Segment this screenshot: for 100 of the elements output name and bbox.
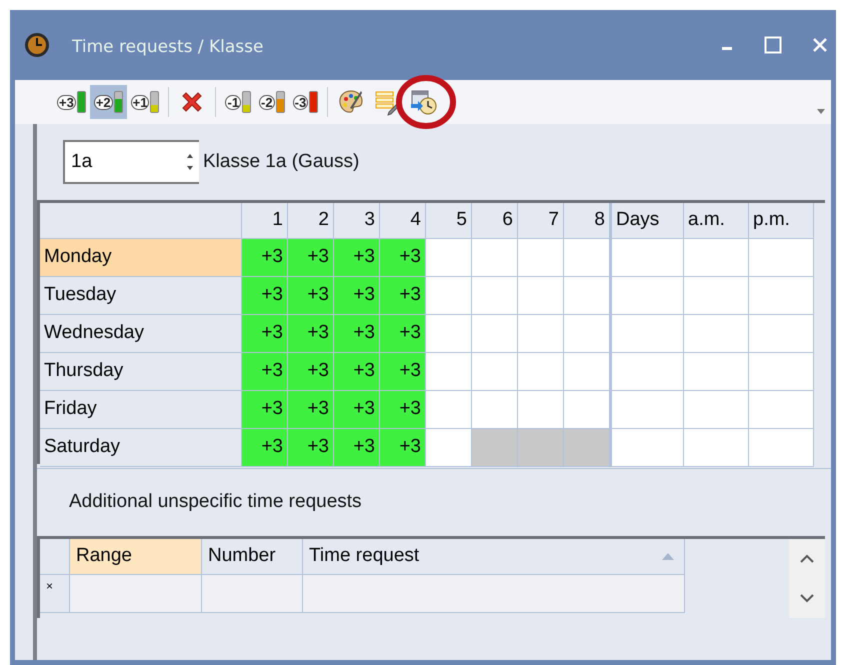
table-cell[interactable]	[70, 575, 202, 613]
grid-cell[interactable]	[684, 353, 749, 391]
grid-cell[interactable]	[610, 315, 684, 353]
grid-cell[interactable]	[749, 429, 814, 467]
day-row-header[interactable]: Wednesday	[40, 315, 242, 353]
table-cell[interactable]	[303, 575, 685, 613]
grid-cell[interactable]	[426, 391, 472, 429]
grid-cell[interactable]	[610, 353, 684, 391]
maximize-icon[interactable]	[764, 36, 782, 54]
level-label: +1	[130, 94, 150, 110]
level-label: +2	[94, 94, 113, 110]
day-row-header[interactable]: Monday	[40, 239, 242, 277]
level-button[interactable]: -3	[288, 85, 322, 119]
class-spin-field[interactable]: 1a	[63, 140, 199, 184]
grid-cell[interactable]	[518, 429, 564, 467]
level-button[interactable]: +1	[126, 85, 164, 119]
grid-cell[interactable]	[564, 353, 610, 391]
grid-cell[interactable]	[749, 239, 814, 277]
grid-cell[interactable]	[564, 429, 610, 467]
grid-cell[interactable]: +3	[288, 239, 334, 277]
grid-cell[interactable]: +3	[334, 315, 380, 353]
grid-cell[interactable]	[518, 239, 564, 277]
day-row-header[interactable]: Saturday	[40, 429, 242, 467]
clock-icon	[24, 32, 50, 58]
grid-cell[interactable]	[518, 315, 564, 353]
level-label: +3	[57, 94, 76, 110]
grid-cell[interactable]	[518, 391, 564, 429]
grid-cell[interactable]: +3	[288, 315, 334, 353]
scroll-up-icon[interactable]	[800, 554, 814, 564]
grid-cell[interactable]	[426, 315, 472, 353]
grid-cell[interactable]	[610, 429, 684, 467]
grid-cell[interactable]	[684, 391, 749, 429]
level-button[interactable]: +3	[53, 85, 90, 119]
table-cell[interactable]	[202, 575, 303, 613]
grid-cell[interactable]: +3	[242, 429, 288, 467]
grid-cell[interactable]	[749, 315, 814, 353]
grid-cell[interactable]	[564, 277, 610, 315]
grid-cell[interactable]: +3	[334, 277, 380, 315]
grid-cell[interactable]: +3	[334, 353, 380, 391]
grid-cell[interactable]	[684, 239, 749, 277]
grid-cell[interactable]: +3	[380, 353, 426, 391]
section-heading: Additional unspecific time requests	[69, 490, 362, 514]
level-button[interactable]: +2	[90, 85, 127, 119]
class-description: Klasse 1a (Gauss)	[203, 150, 360, 174]
column-header[interactable]: Range	[70, 539, 202, 575]
grid-cell[interactable]: +3	[288, 391, 334, 429]
grid-cell[interactable]: +3	[380, 315, 426, 353]
level-label: -1	[225, 94, 242, 110]
close-icon[interactable]	[812, 37, 828, 53]
grid-cell[interactable]: +3	[242, 239, 288, 277]
grid-cell[interactable]	[426, 429, 472, 467]
window-title: Time requests / Klasse	[72, 36, 264, 60]
grid-cell[interactable]: +3	[334, 391, 380, 429]
grid-cell[interactable]	[749, 353, 814, 391]
grid-cell[interactable]: +3	[242, 315, 288, 353]
grid-cell[interactable]	[518, 353, 564, 391]
grid-cell[interactable]: +3	[242, 353, 288, 391]
grid-cell[interactable]: +3	[380, 277, 426, 315]
grid-cell[interactable]: +3	[288, 353, 334, 391]
grid-cell[interactable]: +3	[288, 277, 334, 315]
grid-cell[interactable]	[472, 315, 518, 353]
grid-cell[interactable]	[610, 391, 684, 429]
level-button[interactable]: -1	[221, 85, 256, 119]
day-row-header[interactable]: Tuesday	[40, 277, 242, 315]
grid-cell[interactable]: +3	[380, 391, 426, 429]
grid-cell[interactable]: +3	[380, 239, 426, 277]
grid-cell[interactable]	[749, 391, 814, 429]
grid-cell[interactable]	[749, 277, 814, 315]
day-row-header[interactable]: Thursday	[40, 353, 242, 391]
grid-cell[interactable]	[426, 239, 472, 277]
grid-cell[interactable]: +3	[334, 239, 380, 277]
grid-cell[interactable]	[518, 277, 564, 315]
day-row-header[interactable]: Friday	[40, 391, 242, 429]
overflow-caret-icon[interactable]	[817, 109, 825, 114]
grid-cell[interactable]: +3	[380, 429, 426, 467]
scrollbar[interactable]	[789, 539, 825, 618]
grid-cell[interactable]: +3	[334, 429, 380, 467]
scroll-down-icon[interactable]	[800, 594, 814, 603]
grid-cell[interactable]	[610, 239, 684, 277]
grid-cell[interactable]	[610, 277, 684, 315]
grid-cell[interactable]: +3	[242, 277, 288, 315]
grid-cell[interactable]	[564, 391, 610, 429]
level-label: -3	[292, 94, 308, 110]
grid-cell[interactable]	[684, 315, 749, 353]
level-label: -2	[259, 94, 275, 110]
grid-cell[interactable]	[472, 239, 518, 277]
grid-cell[interactable]	[426, 353, 472, 391]
grid-cell[interactable]	[564, 239, 610, 277]
level-button[interactable]: -2	[255, 85, 289, 119]
grid-cell[interactable]: +3	[242, 391, 288, 429]
grid-cell[interactable]	[426, 277, 472, 315]
grid-cell[interactable]	[472, 353, 518, 391]
grid-cell[interactable]	[472, 277, 518, 315]
grid-cell[interactable]	[472, 391, 518, 429]
grid-cell[interactable]	[472, 429, 518, 467]
grid-cell[interactable]	[564, 315, 610, 353]
grid-cell[interactable]: +3	[288, 429, 334, 467]
grid-cell[interactable]	[684, 277, 749, 315]
grid-cell[interactable]	[684, 429, 749, 467]
calendar-clock-icon	[409, 88, 440, 116]
